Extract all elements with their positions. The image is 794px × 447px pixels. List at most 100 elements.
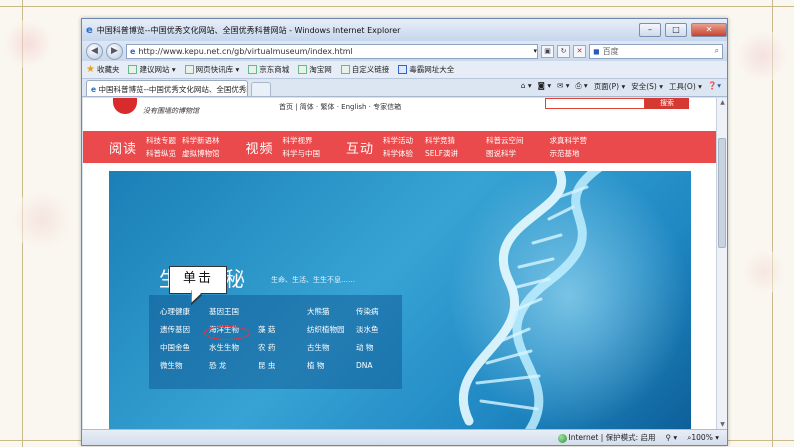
nav-link[interactable]: 科普纵览	[146, 148, 176, 159]
favorites-button[interactable]: ★ 收藏夹	[86, 64, 119, 75]
topic-link[interactable]: 纺织植物园	[307, 325, 356, 334]
topic-link[interactable]: 藻 菇	[258, 325, 307, 334]
site-search-button[interactable]: 搜索	[645, 98, 689, 109]
site-search-input[interactable]	[545, 98, 645, 109]
favorite-link-label: 淘宝网	[309, 65, 332, 74]
page-icon	[128, 65, 138, 74]
favorite-link-duba[interactable]: 毒霸网址大全	[398, 64, 454, 75]
topic-link[interactable]: DNA	[356, 361, 405, 370]
address-bar[interactable]: e http://www.kepu.net.cn/gb/virtualmuseu…	[126, 43, 538, 59]
nav-link[interactable]: 示范基地	[550, 148, 588, 159]
topic-link[interactable]: 基因王国	[209, 307, 258, 316]
topic-link[interactable]: 大熊猫	[307, 307, 356, 316]
topic-link[interactable]: 古生物	[307, 343, 356, 352]
menu-safety[interactable]: 安全(S) ▾	[631, 81, 663, 92]
back-icon[interactable]: ◀	[86, 42, 103, 60]
nav-link[interactable]: 科技专题	[146, 135, 176, 146]
favorite-link-jd[interactable]: 京东商城	[248, 64, 289, 75]
dna-rung	[547, 205, 575, 221]
topic-grid: 心理健康 基因王国 大熊猫 传染病 遗传基因 海洋生物 藻 菇 纺织植物园 淡水…	[160, 307, 405, 370]
title-bar: e 中国科普博览--中国优秀文化网站、全国优秀科普网站 - Windows In…	[82, 19, 727, 41]
page-icon	[340, 65, 350, 74]
topic-link[interactable]: 心理健康	[160, 307, 209, 316]
home-icon[interactable]: ⌂ ▾	[521, 81, 532, 92]
topic-link[interactable]: 淡水鱼	[356, 325, 405, 334]
nav-group-interact: 互动 科学活动 科学竞猜 科普云空间 求真科学营 科学体验 SELF演讲 图说科…	[320, 135, 587, 159]
nav-video[interactable]: 视频	[246, 138, 274, 157]
nav-interact[interactable]: 互动	[346, 138, 374, 157]
nav-link[interactable]: SELF演讲	[425, 148, 458, 159]
topic-link[interactable]: 中国金鱼	[160, 343, 209, 352]
click-callout: 单击	[169, 266, 227, 294]
blossom-decoration	[4, 20, 52, 68]
topic-link[interactable]: 遗传基因	[160, 325, 209, 334]
security-zone: Internet | 保护模式: 启用	[557, 432, 656, 443]
minimize-icon[interactable]: –	[639, 23, 661, 37]
nav-link[interactable]: 科学视界	[283, 135, 321, 146]
scroll-up-icon[interactable]: ▲	[718, 99, 727, 108]
print-icon[interactable]: ⎙ ▾	[576, 81, 588, 92]
topic-link[interactable]: 恐 龙	[209, 361, 258, 370]
star-icon: ★	[86, 64, 95, 75]
topic-link[interactable]: 水生生物	[209, 343, 258, 352]
favorite-link-webslice[interactable]: 网页快讯库 ▾	[184, 64, 240, 75]
new-tab-button[interactable]	[251, 82, 271, 96]
forward-icon[interactable]: ▶	[106, 42, 123, 60]
topic-link[interactable]: 动 物	[356, 343, 405, 352]
site-nav-bar: 阅读 科技专题 科学新语林 科普纵览 虚拟博物馆 视频 科学视界 科学与中国 互…	[83, 131, 717, 163]
blossom-decoration	[12, 190, 72, 250]
favorite-link-taobao[interactable]: 淘宝网	[298, 64, 332, 75]
highlight-circle	[204, 326, 250, 340]
menu-page[interactable]: 页面(P) ▾	[594, 81, 626, 92]
nav-link[interactable]: 图说科学	[486, 148, 524, 159]
search-icon[interactable]: ⌕	[715, 46, 719, 56]
page-icon: e	[91, 85, 97, 94]
favorite-link-custom[interactable]: 自定义链接	[340, 64, 390, 75]
site-header: 没有围墙的博物馆 首页 | 简体 · 繁体 · English · 专家信箱 搜…	[83, 98, 717, 131]
help-icon[interactable]: ❓▾	[708, 81, 721, 92]
feeds-icon[interactable]: ◙ ▾	[538, 81, 551, 92]
scroll-thumb[interactable]	[718, 138, 726, 248]
nav-link[interactable]: 虚拟博物馆	[182, 148, 220, 159]
site-slogan: 没有围墙的博物馆	[143, 107, 199, 115]
mail-icon[interactable]: ✉ ▾	[557, 81, 569, 92]
favorite-link-label: 网页快讯库 ▾	[195, 65, 240, 74]
dna-rung	[531, 233, 563, 245]
page-icon	[184, 65, 194, 74]
nav-link[interactable]: 科学新语林	[182, 135, 220, 146]
nav-link[interactable]: 科学活动	[383, 135, 413, 146]
refresh-icon[interactable]: ↻	[557, 44, 570, 58]
topic-link[interactable]: 传染病	[356, 307, 405, 316]
maximize-icon[interactable]: □	[665, 23, 687, 37]
vertical-scrollbar[interactable]: ▲ ▼	[716, 98, 727, 431]
dropdown-icon[interactable]: ▾	[533, 47, 537, 55]
header-links[interactable]: 首页 | 简体 · 繁体 · English · 专家信箱	[279, 102, 401, 112]
topic-link[interactable]: 农 药	[258, 343, 307, 352]
favorite-link-label: 京东商城	[259, 65, 290, 74]
nav-link[interactable]: 科学竞猜	[425, 135, 458, 146]
browser-window: e 中国科普博览--中国优秀文化网站、全国优秀科普网站 - Windows In…	[81, 18, 728, 446]
topic-link[interactable]: 微生物	[160, 361, 209, 370]
close-icon[interactable]: ✕	[691, 23, 727, 37]
tab-kepu[interactable]: e 中国科普博览--中国优秀文化网站、全国优秀科...	[86, 80, 248, 96]
topic-link[interactable]: 植 物	[307, 361, 356, 370]
protected-mode-icon[interactable]: ⚲ ▾	[666, 433, 678, 442]
topic-link[interactable]	[258, 307, 307, 316]
favorite-link-label: 自定义链接	[351, 65, 390, 74]
decor-line-top	[0, 6, 794, 7]
zoom-control[interactable]: ⌕100% ▾	[687, 433, 719, 443]
nav-link[interactable]: 科学与中国	[283, 148, 321, 159]
address-row: ◀ ▶ e http://www.kepu.net.cn/gb/virtualm…	[82, 41, 727, 61]
compat-view-icon[interactable]: ▣	[541, 44, 554, 58]
stop-icon[interactable]: ✕	[573, 44, 586, 58]
nav-read[interactable]: 阅读	[109, 138, 137, 157]
nav-link[interactable]: 科学体验	[383, 148, 413, 159]
nav-link[interactable]: 求真科学营	[550, 135, 588, 146]
globe-icon	[557, 433, 567, 443]
menu-tools[interactable]: 工具(O) ▾	[669, 81, 702, 92]
search-input[interactable]: ◼ 百度 ⌕	[589, 43, 723, 59]
nav-link[interactable]: 科普云空间	[486, 135, 524, 146]
favorite-link-suggested[interactable]: 建议网站 ▾	[128, 64, 176, 75]
topic-link[interactable]: 昆 虫	[258, 361, 307, 370]
kepu-logo-icon[interactable]	[113, 98, 137, 114]
